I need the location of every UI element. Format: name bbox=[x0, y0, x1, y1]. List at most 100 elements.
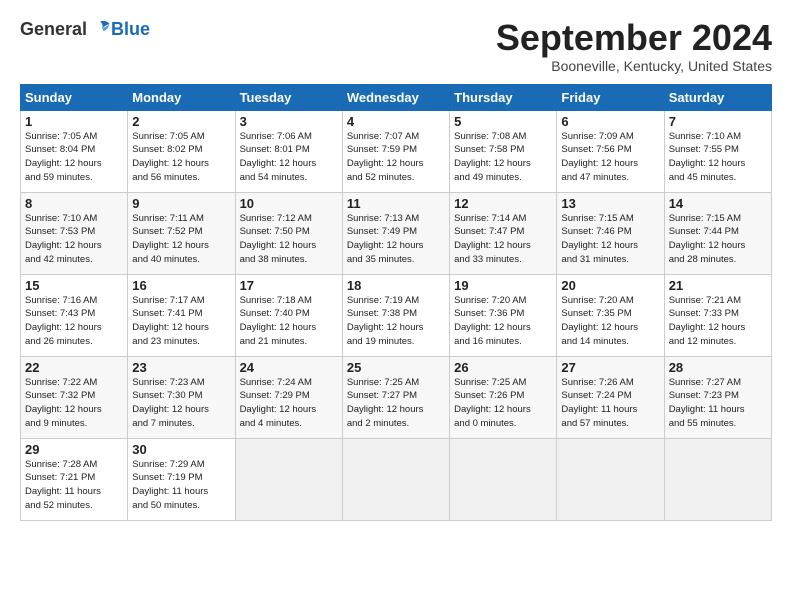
day-info: Sunrise: 7:29 AM Sunset: 7:19 PM Dayligh… bbox=[132, 458, 230, 513]
day-number: 6 bbox=[561, 114, 659, 129]
day-cell: 2Sunrise: 7:05 AM Sunset: 8:02 PM Daylig… bbox=[128, 110, 235, 192]
day-cell bbox=[342, 438, 449, 520]
calendar-table: SundayMondayTuesdayWednesdayThursdayFrid… bbox=[20, 84, 772, 521]
day-info: Sunrise: 7:15 AM Sunset: 7:44 PM Dayligh… bbox=[669, 212, 767, 267]
day-info: Sunrise: 7:17 AM Sunset: 7:41 PM Dayligh… bbox=[132, 294, 230, 349]
day-number: 13 bbox=[561, 196, 659, 211]
day-number: 15 bbox=[25, 278, 123, 293]
day-info: Sunrise: 7:16 AM Sunset: 7:43 PM Dayligh… bbox=[25, 294, 123, 349]
day-info: Sunrise: 7:14 AM Sunset: 7:47 PM Dayligh… bbox=[454, 212, 552, 267]
day-number: 30 bbox=[132, 442, 230, 457]
month-title: September 2024 bbox=[496, 18, 772, 58]
header: General Blue September 2024 Booneville, … bbox=[20, 18, 772, 74]
title-block: September 2024 Booneville, Kentucky, Uni… bbox=[496, 18, 772, 74]
day-cell: 4Sunrise: 7:07 AM Sunset: 7:59 PM Daylig… bbox=[342, 110, 449, 192]
day-cell: 22Sunrise: 7:22 AM Sunset: 7:32 PM Dayli… bbox=[21, 356, 128, 438]
col-header-monday: Monday bbox=[128, 84, 235, 110]
day-cell: 12Sunrise: 7:14 AM Sunset: 7:47 PM Dayli… bbox=[450, 192, 557, 274]
main-container: General Blue September 2024 Booneville, … bbox=[0, 0, 792, 531]
day-number: 1 bbox=[25, 114, 123, 129]
day-number: 28 bbox=[669, 360, 767, 375]
day-number: 12 bbox=[454, 196, 552, 211]
day-cell: 18Sunrise: 7:19 AM Sunset: 7:38 PM Dayli… bbox=[342, 274, 449, 356]
day-number: 24 bbox=[240, 360, 338, 375]
day-number: 18 bbox=[347, 278, 445, 293]
day-cell: 10Sunrise: 7:12 AM Sunset: 7:50 PM Dayli… bbox=[235, 192, 342, 274]
location: Booneville, Kentucky, United States bbox=[496, 58, 772, 74]
header-row: SundayMondayTuesdayWednesdayThursdayFrid… bbox=[21, 84, 772, 110]
day-info: Sunrise: 7:05 AM Sunset: 8:04 PM Dayligh… bbox=[25, 130, 123, 185]
day-number: 17 bbox=[240, 278, 338, 293]
week-row-1: 1Sunrise: 7:05 AM Sunset: 8:04 PM Daylig… bbox=[21, 110, 772, 192]
day-info: Sunrise: 7:10 AM Sunset: 7:53 PM Dayligh… bbox=[25, 212, 123, 267]
day-cell: 21Sunrise: 7:21 AM Sunset: 7:33 PM Dayli… bbox=[664, 274, 771, 356]
day-cell: 23Sunrise: 7:23 AM Sunset: 7:30 PM Dayli… bbox=[128, 356, 235, 438]
day-number: 27 bbox=[561, 360, 659, 375]
day-number: 2 bbox=[132, 114, 230, 129]
day-info: Sunrise: 7:21 AM Sunset: 7:33 PM Dayligh… bbox=[669, 294, 767, 349]
day-cell: 6Sunrise: 7:09 AM Sunset: 7:56 PM Daylig… bbox=[557, 110, 664, 192]
day-number: 7 bbox=[669, 114, 767, 129]
day-number: 11 bbox=[347, 196, 445, 211]
day-info: Sunrise: 7:28 AM Sunset: 7:21 PM Dayligh… bbox=[25, 458, 123, 513]
day-info: Sunrise: 7:22 AM Sunset: 7:32 PM Dayligh… bbox=[25, 376, 123, 431]
logo: General Blue bbox=[20, 18, 150, 40]
day-cell: 15Sunrise: 7:16 AM Sunset: 7:43 PM Dayli… bbox=[21, 274, 128, 356]
logo-blue-text: Blue bbox=[111, 19, 150, 40]
day-number: 23 bbox=[132, 360, 230, 375]
day-cell: 13Sunrise: 7:15 AM Sunset: 7:46 PM Dayli… bbox=[557, 192, 664, 274]
day-number: 29 bbox=[25, 442, 123, 457]
day-number: 9 bbox=[132, 196, 230, 211]
day-info: Sunrise: 7:05 AM Sunset: 8:02 PM Dayligh… bbox=[132, 130, 230, 185]
day-number: 19 bbox=[454, 278, 552, 293]
day-cell: 24Sunrise: 7:24 AM Sunset: 7:29 PM Dayli… bbox=[235, 356, 342, 438]
day-cell: 28Sunrise: 7:27 AM Sunset: 7:23 PM Dayli… bbox=[664, 356, 771, 438]
col-header-sunday: Sunday bbox=[21, 84, 128, 110]
day-cell: 1Sunrise: 7:05 AM Sunset: 8:04 PM Daylig… bbox=[21, 110, 128, 192]
day-cell: 5Sunrise: 7:08 AM Sunset: 7:58 PM Daylig… bbox=[450, 110, 557, 192]
col-header-tuesday: Tuesday bbox=[235, 84, 342, 110]
day-cell: 14Sunrise: 7:15 AM Sunset: 7:44 PM Dayli… bbox=[664, 192, 771, 274]
day-cell bbox=[235, 438, 342, 520]
day-number: 22 bbox=[25, 360, 123, 375]
day-cell: 7Sunrise: 7:10 AM Sunset: 7:55 PM Daylig… bbox=[664, 110, 771, 192]
week-row-4: 22Sunrise: 7:22 AM Sunset: 7:32 PM Dayli… bbox=[21, 356, 772, 438]
day-number: 20 bbox=[561, 278, 659, 293]
col-header-friday: Friday bbox=[557, 84, 664, 110]
day-cell: 16Sunrise: 7:17 AM Sunset: 7:41 PM Dayli… bbox=[128, 274, 235, 356]
day-cell bbox=[557, 438, 664, 520]
day-info: Sunrise: 7:12 AM Sunset: 7:50 PM Dayligh… bbox=[240, 212, 338, 267]
day-number: 3 bbox=[240, 114, 338, 129]
day-number: 10 bbox=[240, 196, 338, 211]
week-row-2: 8Sunrise: 7:10 AM Sunset: 7:53 PM Daylig… bbox=[21, 192, 772, 274]
day-cell: 8Sunrise: 7:10 AM Sunset: 7:53 PM Daylig… bbox=[21, 192, 128, 274]
day-info: Sunrise: 7:13 AM Sunset: 7:49 PM Dayligh… bbox=[347, 212, 445, 267]
day-info: Sunrise: 7:20 AM Sunset: 7:36 PM Dayligh… bbox=[454, 294, 552, 349]
day-cell: 20Sunrise: 7:20 AM Sunset: 7:35 PM Dayli… bbox=[557, 274, 664, 356]
day-cell: 27Sunrise: 7:26 AM Sunset: 7:24 PM Dayli… bbox=[557, 356, 664, 438]
day-cell: 11Sunrise: 7:13 AM Sunset: 7:49 PM Dayli… bbox=[342, 192, 449, 274]
day-info: Sunrise: 7:23 AM Sunset: 7:30 PM Dayligh… bbox=[132, 376, 230, 431]
day-info: Sunrise: 7:19 AM Sunset: 7:38 PM Dayligh… bbox=[347, 294, 445, 349]
day-info: Sunrise: 7:10 AM Sunset: 7:55 PM Dayligh… bbox=[669, 130, 767, 185]
day-number: 8 bbox=[25, 196, 123, 211]
day-cell: 30Sunrise: 7:29 AM Sunset: 7:19 PM Dayli… bbox=[128, 438, 235, 520]
col-header-thursday: Thursday bbox=[450, 84, 557, 110]
day-number: 14 bbox=[669, 196, 767, 211]
day-cell: 17Sunrise: 7:18 AM Sunset: 7:40 PM Dayli… bbox=[235, 274, 342, 356]
day-cell bbox=[450, 438, 557, 520]
day-number: 25 bbox=[347, 360, 445, 375]
day-info: Sunrise: 7:18 AM Sunset: 7:40 PM Dayligh… bbox=[240, 294, 338, 349]
day-number: 5 bbox=[454, 114, 552, 129]
day-info: Sunrise: 7:07 AM Sunset: 7:59 PM Dayligh… bbox=[347, 130, 445, 185]
day-info: Sunrise: 7:27 AM Sunset: 7:23 PM Dayligh… bbox=[669, 376, 767, 431]
logo-general-text: General bbox=[20, 19, 87, 40]
day-number: 16 bbox=[132, 278, 230, 293]
day-info: Sunrise: 7:15 AM Sunset: 7:46 PM Dayligh… bbox=[561, 212, 659, 267]
day-cell: 29Sunrise: 7:28 AM Sunset: 7:21 PM Dayli… bbox=[21, 438, 128, 520]
day-number: 4 bbox=[347, 114, 445, 129]
day-info: Sunrise: 7:25 AM Sunset: 7:27 PM Dayligh… bbox=[347, 376, 445, 431]
day-info: Sunrise: 7:26 AM Sunset: 7:24 PM Dayligh… bbox=[561, 376, 659, 431]
day-info: Sunrise: 7:24 AM Sunset: 7:29 PM Dayligh… bbox=[240, 376, 338, 431]
day-info: Sunrise: 7:06 AM Sunset: 8:01 PM Dayligh… bbox=[240, 130, 338, 185]
